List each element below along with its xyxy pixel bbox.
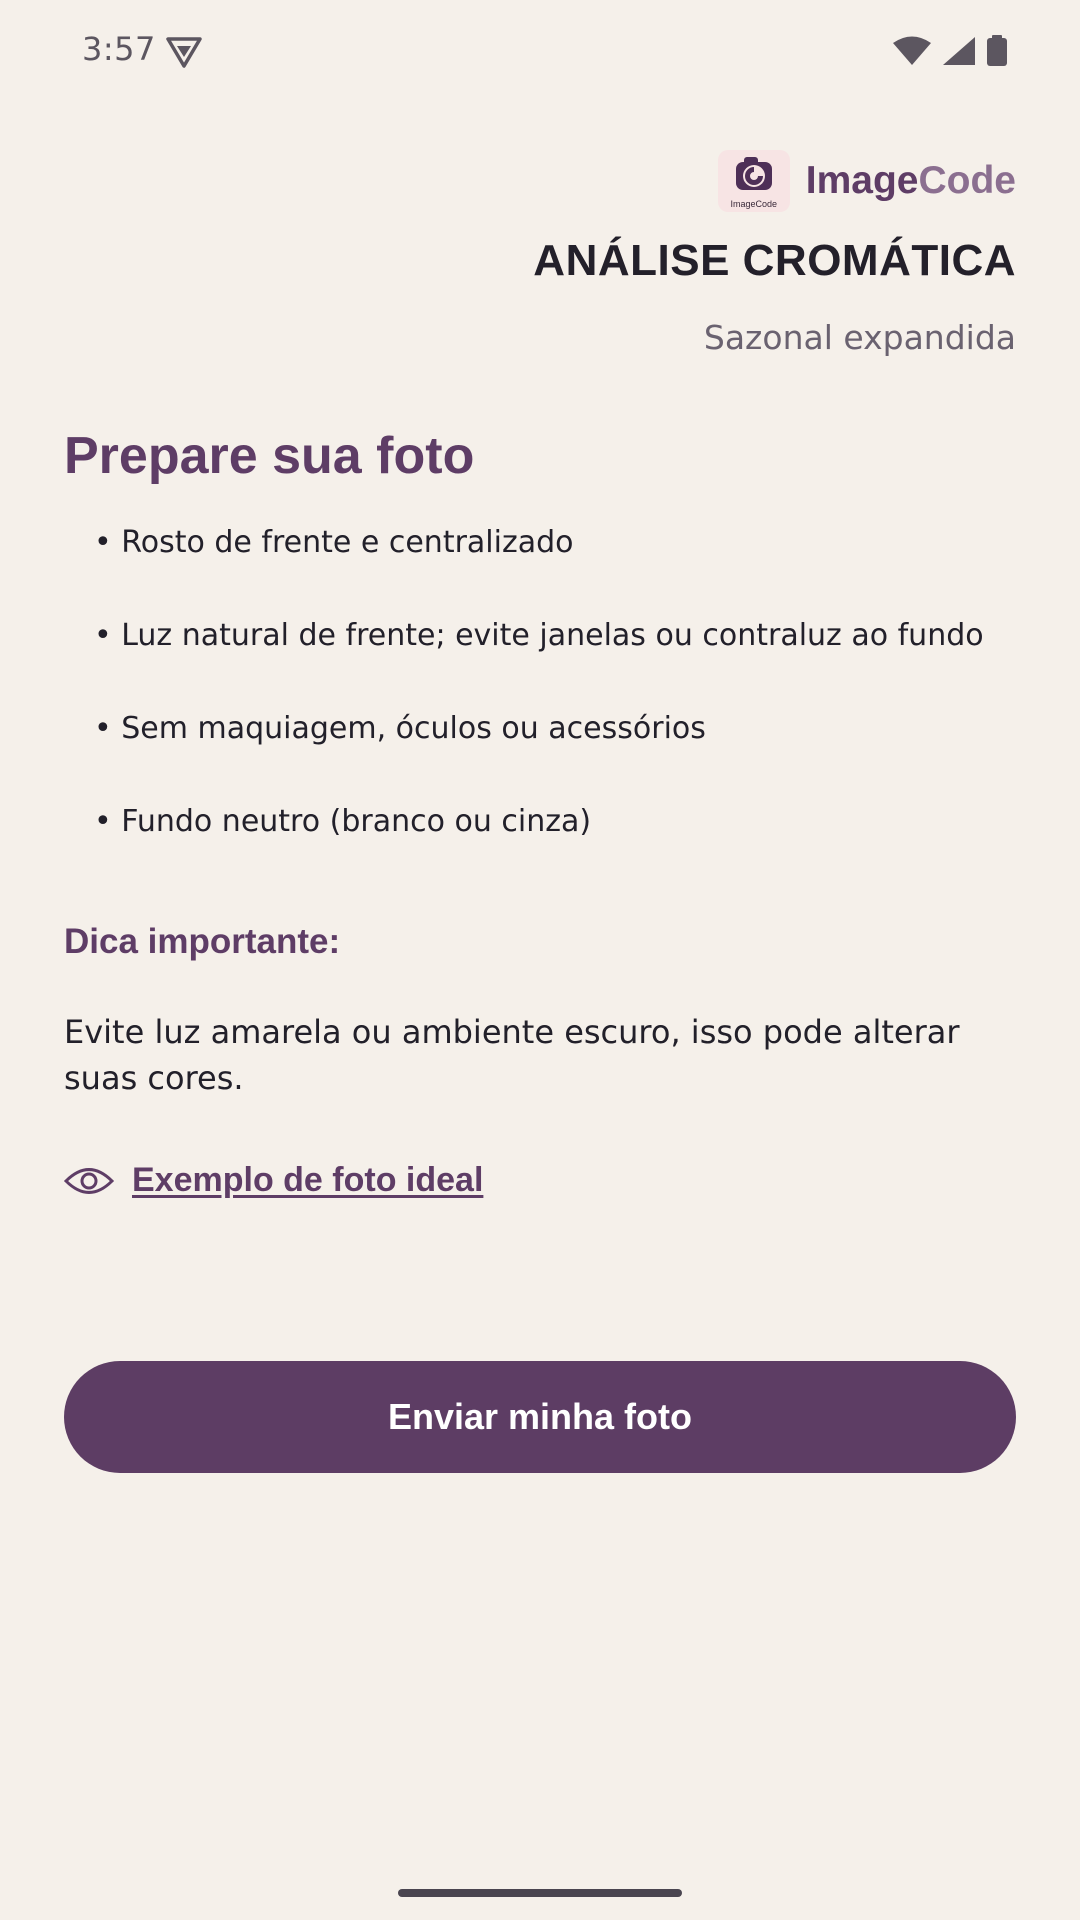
eye-icon [64, 1167, 114, 1194]
brand-logo: ImageCode [717, 150, 790, 212]
brand-name-part1: Image [805, 159, 919, 202]
page-subtitle: Sazonal expandida [703, 318, 1016, 357]
photo-prep-screen: 3:57 ImageCode ImageCode ANÁLISE CROMÁTI… [0, 0, 1080, 1920]
example-photo-link-label[interactable]: Exemplo de foto ideal [132, 1161, 483, 1200]
important-tip-body: Evite luz amarela ou ambiente escuro, is… [64, 1013, 960, 1097]
home-indicator[interactable] [398, 1889, 682, 1897]
camera-logo-icon [735, 157, 772, 190]
status-bar: 3:57 [0, 0, 1080, 100]
status-icons [892, 34, 1008, 68]
example-photo-link[interactable]: Exemplo de foto ideal [64, 1161, 1016, 1200]
wifi-icon [893, 36, 931, 65]
tip-item: • Luz natural de frente; evite janelas o… [94, 618, 984, 653]
instructions-content: Prepare sua foto • Rosto de frente e cen… [64, 420, 1016, 1200]
tip-item: • Sem maquiagem, óculos ou acessórios [94, 711, 706, 746]
brand-name: ImageCode [806, 159, 1016, 203]
tips-list: • Rosto de frente e centralizado • Luz n… [64, 520, 1016, 845]
page-title: ANÁLISE CROMÁTICA [533, 236, 1016, 285]
important-tip-heading: Dica importante: [64, 922, 341, 961]
brand-header: ImageCode ImageCode [717, 150, 1016, 212]
cellular-signal-icon [943, 37, 975, 65]
status-time: 3:57 [82, 30, 156, 68]
battery-icon [987, 35, 1007, 66]
tip-item: • Fundo neutro (branco ou cinza) [94, 804, 592, 839]
tip-item: • Rosto de frente e centralizado [94, 525, 574, 560]
brand-logo-caption: ImageCode [730, 199, 778, 209]
vpn-icon [166, 37, 202, 68]
send-photo-button[interactable]: Enviar minha foto [64, 1361, 1016, 1473]
section-title: Prepare sua foto [64, 427, 475, 485]
brand-name-part2: Code [918, 159, 1017, 202]
